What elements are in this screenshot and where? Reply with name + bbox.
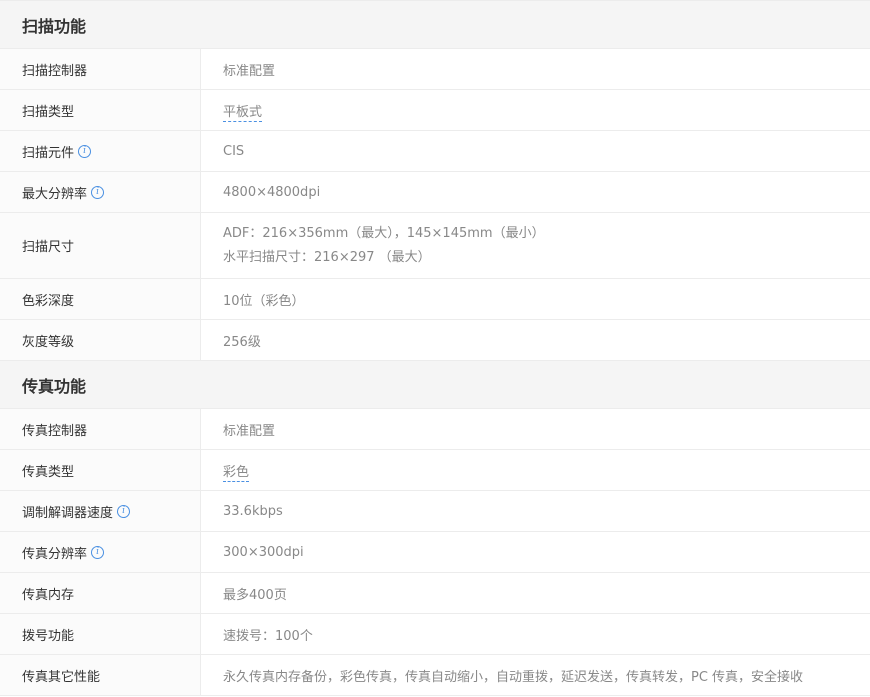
spec-label: 传真分辨率 i [0,532,201,572]
spec-row-modem-speed: 调制解调器速度 i 33.6kbps [0,491,870,532]
spec-row-fax-other: 传真其它性能 永久传真内存备份，彩色传真，传真自动缩小，自动重拨，延迟发送，传真… [0,655,870,696]
spec-table: 扫描功能 扫描控制器 标准配置 扫描类型 平板式 扫描元件 i CIS 最大分辨… [0,0,870,696]
fax-type-link[interactable]: 彩色 [223,464,250,482]
scan-type-link[interactable]: 平板式 [223,104,263,122]
spec-label: 传真控制器 [0,409,201,449]
spec-row-scan-type: 扫描类型 平板式 [0,90,870,131]
spec-label: 扫描尺寸 [0,213,201,278]
spec-value: 10位（彩色） [223,293,305,309]
spec-label: 扫描元件 i [0,131,201,171]
spec-row-dialing: 拨号功能 速拨号：100个 [0,614,870,655]
spec-label: 传真内存 [0,573,201,613]
spec-label: 灰度等级 [0,320,201,360]
info-icon[interactable]: i [91,545,105,559]
spec-row-max-resolution: 最大分辨率 i 4800×4800dpi [0,172,870,213]
spec-value: 最多400页 [223,587,287,603]
spec-value: 4800×4800dpi [223,184,321,200]
spec-value: 256级 [223,334,261,350]
spec-label: 扫描控制器 [0,49,201,89]
info-icon[interactable]: i [91,185,105,199]
spec-row-fax-memory: 传真内存 最多400页 [0,573,870,614]
spec-value: ADF：216×356mm（最大），145×145mm（最小） 水平扫描尺寸：2… [223,225,545,265]
spec-value: 标准配置 [223,423,276,439]
spec-row-fax-controller: 传真控制器 标准配置 [0,409,870,450]
spec-value: CIS [223,143,245,159]
spec-row-scan-controller: 扫描控制器 标准配置 [0,49,870,90]
spec-value: 300×300dpi [223,544,304,560]
spec-label: 调制解调器速度 i [0,491,201,531]
spec-value: 33.6kbps [223,503,283,519]
info-icon[interactable]: i [117,504,131,518]
spec-row-scan-size: 扫描尺寸 ADF：216×356mm（最大），145×145mm（最小） 水平扫… [0,213,870,279]
info-icon[interactable]: i [78,144,92,158]
spec-label: 拨号功能 [0,614,201,654]
spec-row-gray-levels: 灰度等级 256级 [0,320,870,361]
spec-label: 扫描类型 [0,90,201,130]
spec-row-scan-element: 扫描元件 i CIS [0,131,870,172]
section-header-scan: 扫描功能 [0,1,870,49]
spec-row-color-depth: 色彩深度 10位（彩色） [0,279,870,320]
spec-label: 传真类型 [0,450,201,490]
spec-label: 最大分辨率 i [0,172,201,212]
spec-label: 色彩深度 [0,279,201,319]
spec-row-fax-type: 传真类型 彩色 [0,450,870,491]
spec-row-fax-resolution: 传真分辨率 i 300×300dpi [0,532,870,573]
spec-value: 永久传真内存备份，彩色传真，传真自动缩小，自动重拨，延迟发送，传真转发，PC 传… [223,669,804,685]
spec-value: 彩色 [201,450,870,490]
spec-value: 速拨号：100个 [223,628,313,644]
spec-value: 平板式 [201,90,870,130]
section-header-fax: 传真功能 [0,361,870,409]
spec-label: 传真其它性能 [0,655,201,695]
spec-value: 标准配置 [223,63,276,79]
